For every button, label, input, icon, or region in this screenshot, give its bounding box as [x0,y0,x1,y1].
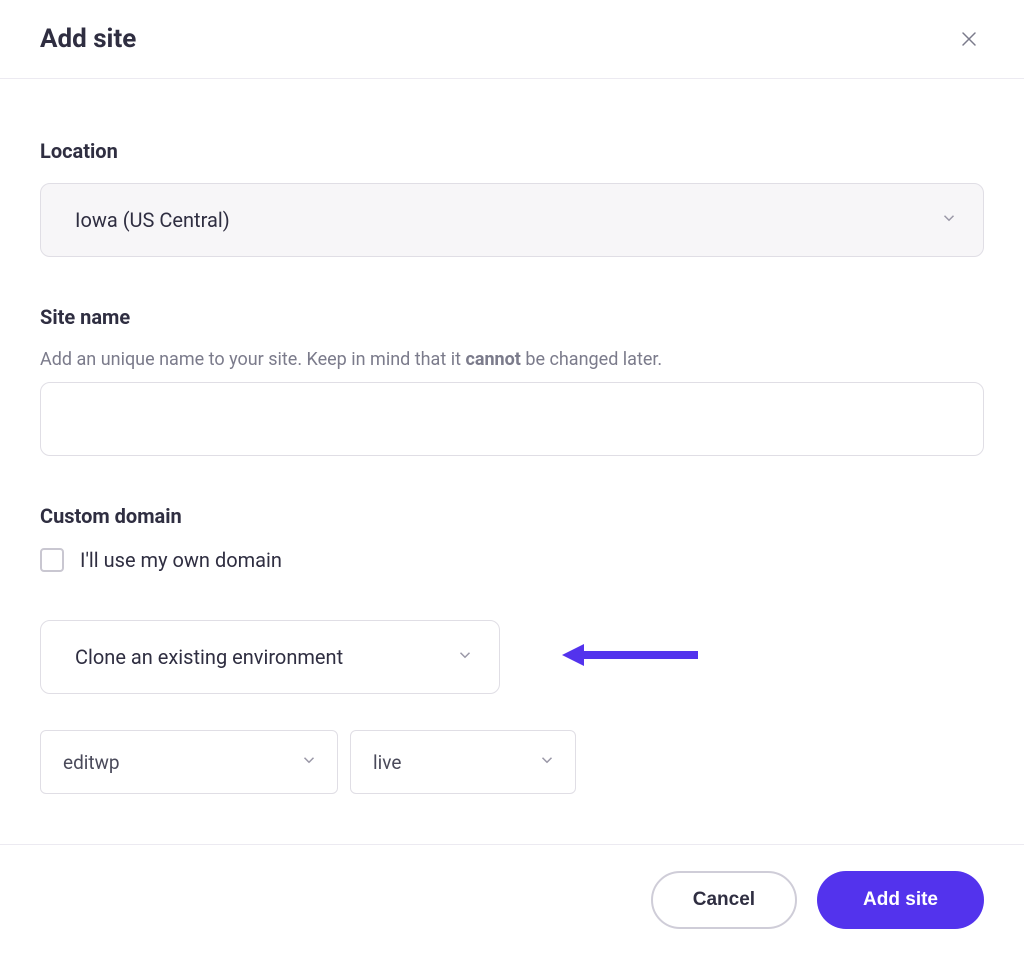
own-domain-row: I'll use my own domain [40,548,984,572]
own-domain-checkbox-label: I'll use my own domain [80,548,282,572]
location-group: Location Iowa (US Central) [40,139,984,257]
site-name-help: Add an unique name to your site. Keep in… [40,349,984,370]
clone-site-value: editwp [63,751,120,774]
environment-mode-select[interactable]: Clone an existing environment [40,620,500,694]
clone-site-select[interactable]: editwp [40,730,338,794]
clone-source-row: editwp live [40,730,984,794]
own-domain-checkbox[interactable] [40,548,64,572]
site-name-input[interactable] [40,382,984,456]
cancel-button[interactable]: Cancel [651,871,797,929]
close-button[interactable] [954,24,984,54]
environment-mode-group: Clone an existing environment [40,620,984,694]
modal-body: Location Iowa (US Central) Site name Add… [0,79,1024,844]
add-site-modal: Add site Location Iowa (US Central) Site [0,0,1024,955]
site-name-group: Site name Add an unique name to your sit… [40,305,984,456]
environment-mode-value: Clone an existing environment [75,645,343,669]
modal-title: Add site [40,24,136,54]
custom-domain-label: Custom domain [40,504,984,528]
custom-domain-group: Custom domain I'll use my own domain [40,504,984,572]
modal-header: Add site [0,0,1024,79]
clone-env-value: live [373,751,401,774]
add-site-button[interactable]: Add site [817,871,984,929]
site-name-label: Site name [40,305,984,329]
modal-footer: Cancel Add site [0,844,1024,955]
location-select[interactable]: Iowa (US Central) [40,183,984,257]
location-value: Iowa (US Central) [75,208,230,232]
clone-env-select[interactable]: live [350,730,576,794]
location-label: Location [40,139,984,163]
arrow-left-icon [560,641,700,673]
